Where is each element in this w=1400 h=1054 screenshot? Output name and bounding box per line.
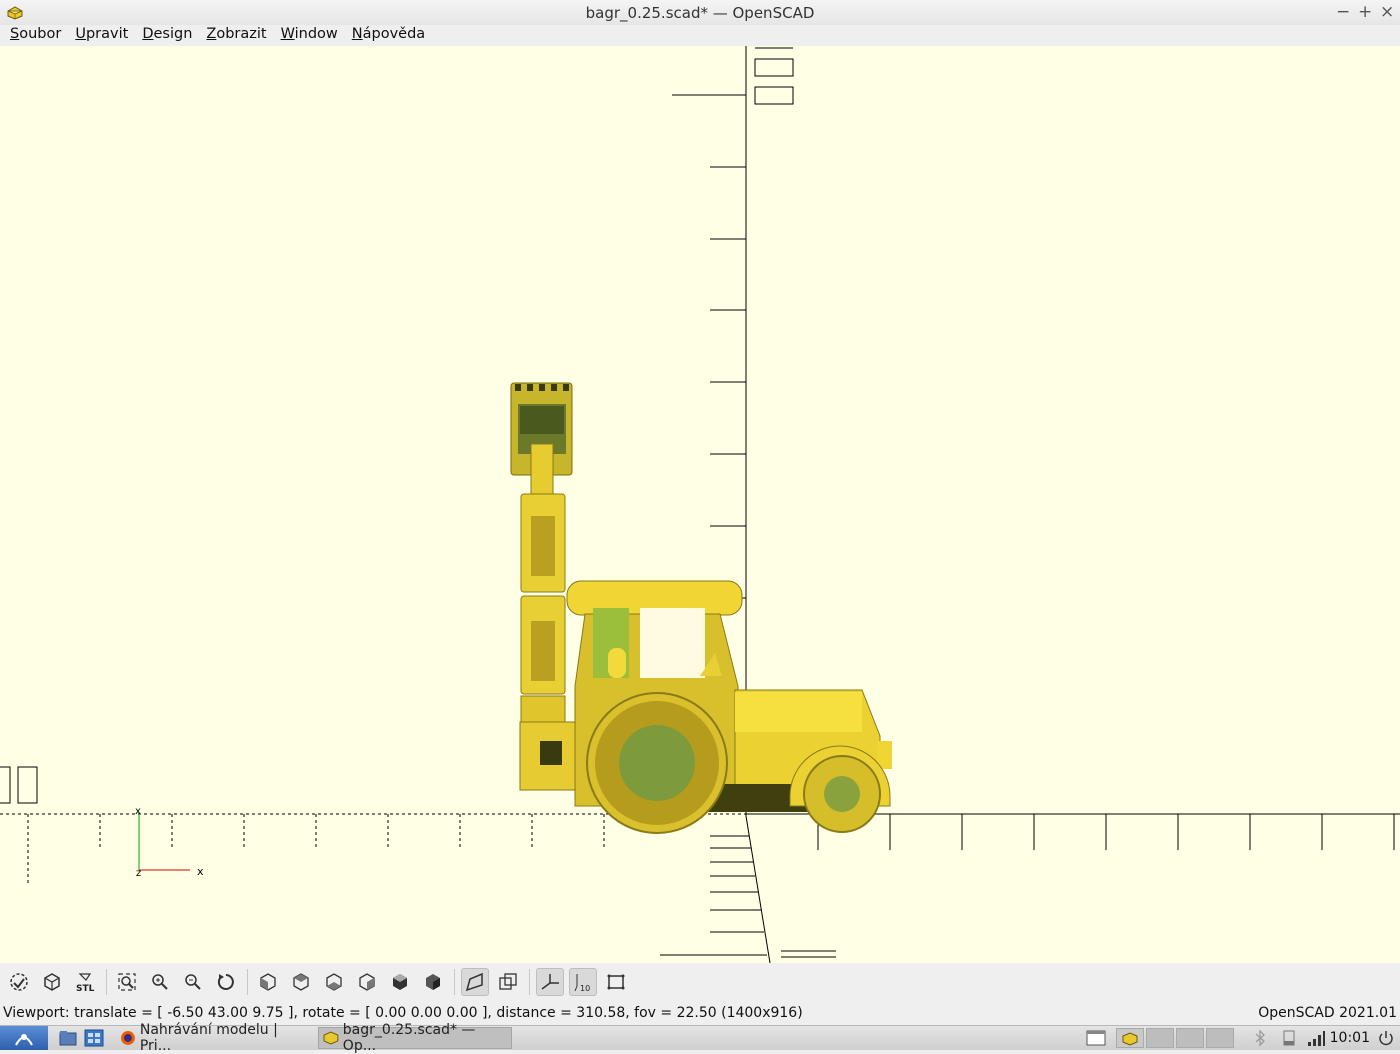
view-left-icon: [359, 973, 375, 991]
export-stl-icon: STL: [76, 973, 95, 993]
zoom-in-icon: [152, 974, 168, 990]
view-bottom-icon: [326, 973, 342, 991]
view-bottom-button[interactable]: [320, 968, 348, 996]
perspective-button[interactable]: [461, 968, 489, 996]
menu-help[interactable]: Nápověda: [345, 25, 432, 46]
menu-bar: Soubor Upravit Design Zobrazit Window Ná…: [0, 25, 1400, 46]
toolbar-separator: [247, 969, 248, 995]
network-signal-icon[interactable]: [1306, 1029, 1326, 1047]
axis-label-z: z: [136, 868, 141, 879]
view-back-icon: [426, 974, 440, 990]
taskbar-task-browser[interactable]: Nahrávání modelu | Pri...: [116, 1022, 312, 1054]
3d-viewport[interactable]: x z x: [0, 46, 1400, 963]
view-front-button[interactable]: [386, 968, 414, 996]
show-axes-button[interactable]: [536, 968, 564, 996]
window-list-icon[interactable]: [1086, 1029, 1106, 1047]
view-top-icon: [293, 973, 309, 991]
openscad-icon: [323, 1031, 339, 1045]
y-axis-scale: [660, 815, 836, 963]
show-edges-button[interactable]: [602, 968, 630, 996]
openscad-tray-icon: [1122, 1032, 1138, 1046]
menu-window[interactable]: Window: [274, 25, 345, 46]
view-front-icon: [393, 974, 407, 990]
menu-file[interactable]: Soubor: [3, 25, 68, 46]
view-all-button[interactable]: [113, 968, 141, 996]
orthogonal-button[interactable]: [494, 968, 522, 996]
export-stl-button[interactable]: STL: [71, 968, 99, 996]
zoom-in-button[interactable]: [146, 968, 174, 996]
reset-view-button[interactable]: [212, 968, 240, 996]
cpu-monitor-icon[interactable]: [1280, 1029, 1300, 1047]
scale-marker: [754, 58, 794, 77]
axis-label-x: x: [197, 865, 204, 878]
scale-marker: [0, 766, 11, 804]
orthogonal-icon: [499, 973, 517, 990]
power-icon[interactable]: [1376, 1029, 1396, 1047]
show-edges-icon: [607, 974, 625, 990]
desktop-icon[interactable]: [84, 1029, 104, 1047]
view-toolbar: STL 10: [0, 963, 1400, 1001]
menu-design[interactable]: Design: [135, 25, 199, 46]
show-axes-icon: [541, 974, 559, 990]
render-button[interactable]: [38, 968, 66, 996]
window-title: bagr_0.25.scad* — OpenSCAD: [585, 4, 815, 22]
maximize-button[interactable]: +: [1358, 2, 1372, 22]
view-left-button[interactable]: [353, 968, 381, 996]
zoom-out-icon: [185, 974, 201, 990]
menu-edit[interactable]: Upravit: [68, 25, 135, 46]
axis-indicator: x z x: [135, 806, 204, 879]
toolbar-separator: [454, 969, 455, 995]
perspective-icon: [465, 972, 483, 992]
show-scale-button[interactable]: 10: [569, 968, 597, 996]
firefox-icon: [120, 1031, 135, 1045]
toolbar-separator: [529, 969, 530, 995]
workspace-2[interactable]: [1176, 1028, 1204, 1048]
excavator-model[interactable]: [510, 382, 892, 834]
title-bar: bagr_0.25.scad* — OpenSCAD − + ×: [0, 0, 1400, 26]
task-label: bagr_0.25.scad* — Op...: [342, 1022, 476, 1054]
workspace-3[interactable]: [1206, 1028, 1234, 1048]
task-label: Nahrávání modelu | Pri...: [139, 1022, 278, 1054]
viewport-info-text: Viewport: translate = [ -6.50 43.00 9.75…: [3, 1005, 803, 1021]
tray-openscad[interactable]: [1116, 1028, 1144, 1048]
render-icon: [44, 973, 60, 991]
view-back-button[interactable]: [419, 968, 447, 996]
show-scale-icon: 10: [574, 974, 590, 993]
menu-view[interactable]: Zobrazit: [199, 25, 273, 46]
toolbar-separator: [106, 969, 107, 995]
x-axis-scale: [0, 813, 1400, 886]
taskbar-task-openscad[interactable]: bagr_0.25.scad* — Op...: [318, 1022, 512, 1054]
svg-text:x: x: [135, 806, 141, 817]
bluetooth-icon[interactable]: [1250, 1029, 1270, 1047]
scale-label: 10: [580, 984, 590, 993]
scale-marker: [17, 766, 38, 804]
version-label: OpenSCAD 2021.01: [1258, 1005, 1397, 1021]
stl-label: STL: [76, 984, 95, 993]
zoom-out-button[interactable]: [179, 968, 207, 996]
view-top-button[interactable]: [287, 968, 315, 996]
preview-button[interactable]: [5, 968, 33, 996]
view-right-button[interactable]: [254, 968, 282, 996]
viewport-canvas[interactable]: x z x: [0, 46, 1400, 963]
workspace-1[interactable]: [1146, 1028, 1174, 1048]
taskbar: Nahrávání modelu | Pri... bagr_0.25.scad…: [0, 1022, 1400, 1054]
start-menu-icon: [15, 1034, 33, 1046]
view-all-icon: [118, 973, 136, 991]
start-menu-button[interactable]: [0, 1026, 48, 1050]
reset-view-icon: [217, 974, 234, 990]
close-button[interactable]: ×: [1380, 2, 1394, 22]
file-manager-icon[interactable]: [58, 1029, 78, 1047]
view-right-icon: [260, 973, 276, 991]
scale-marker: [754, 86, 794, 105]
minimize-button[interactable]: −: [1336, 2, 1350, 22]
preview-icon: [10, 973, 28, 991]
clock: 10:01: [1329, 1030, 1370, 1046]
